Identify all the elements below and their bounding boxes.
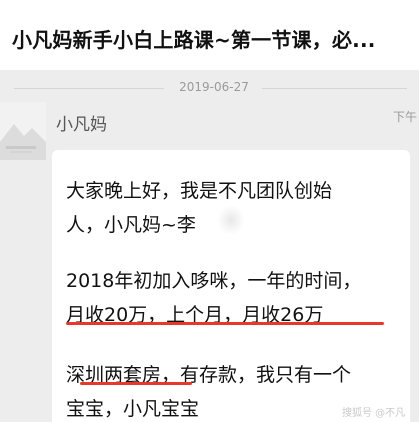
red-underline xyxy=(80,382,192,385)
title-bar[interactable]: 小凡妈新手小白上路课~第一节课，必... xyxy=(0,0,419,70)
red-underline xyxy=(66,322,384,325)
chat-screen: 小凡妈新手小白上路课~第一节课，必... 2019-06-27 小凡妈 下午 大… xyxy=(0,0,419,422)
redacted-mark xyxy=(218,206,244,234)
message-line: 2018年初加入哆咪，一年的时间， xyxy=(66,270,362,292)
divider xyxy=(262,88,407,89)
message-line: 人，小凡妈~李 xyxy=(66,214,196,236)
message-line: 宝宝，小凡宝宝 xyxy=(66,398,200,420)
date-separator: 2019-06-27 xyxy=(0,80,419,96)
avatar[interactable] xyxy=(0,102,46,160)
avatar-image xyxy=(0,102,46,160)
message-time: 下午 xyxy=(393,110,418,124)
sender-name: 小凡妈 xyxy=(56,115,107,135)
divider xyxy=(14,88,164,89)
date-label: 2019-06-27 xyxy=(179,80,249,94)
watermark: 搜狐号 @不凡 xyxy=(342,408,406,419)
message-line: 大家晚上好，我是不凡团队创始 xyxy=(66,180,333,202)
chat-title: 小凡妈新手小白上路课~第一节课，必... xyxy=(12,28,376,52)
